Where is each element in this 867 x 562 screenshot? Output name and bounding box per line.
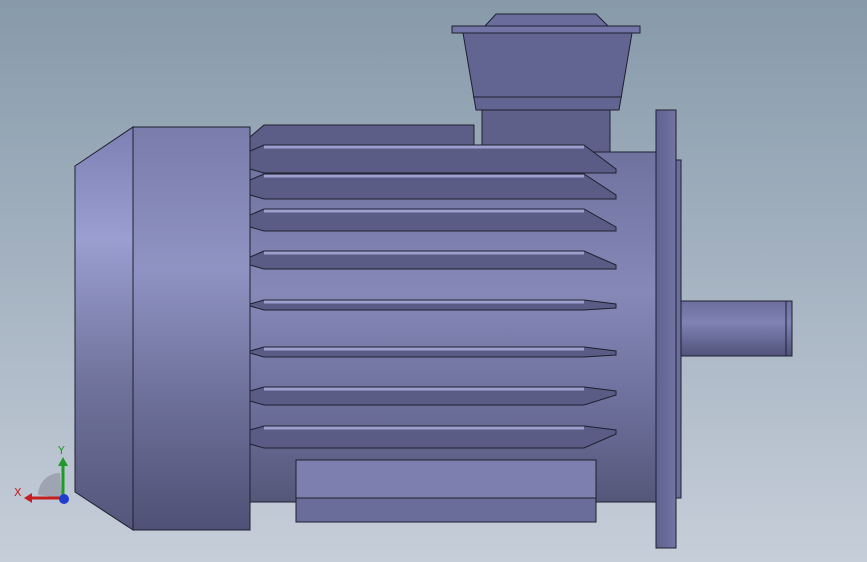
y-axis-label: Y [57,444,65,457]
end-cover [132,126,251,531]
coordinate-triad-icon: Y X [14,444,69,504]
flange-spigot [675,159,682,499]
front-flange [655,109,677,549]
fan-cover-taper [74,126,134,531]
fin [249,144,617,174]
terminal-box [462,32,633,111]
fin [249,173,617,200]
cad-viewport[interactable]: Y X [0,0,867,562]
x-axis-label: X [14,486,22,499]
motor-body [249,151,657,503]
motor-model[interactable] [0,0,867,562]
terminal-box-cap [483,13,610,27]
output-shaft [680,300,793,357]
terminal-box-lid [451,25,641,34]
